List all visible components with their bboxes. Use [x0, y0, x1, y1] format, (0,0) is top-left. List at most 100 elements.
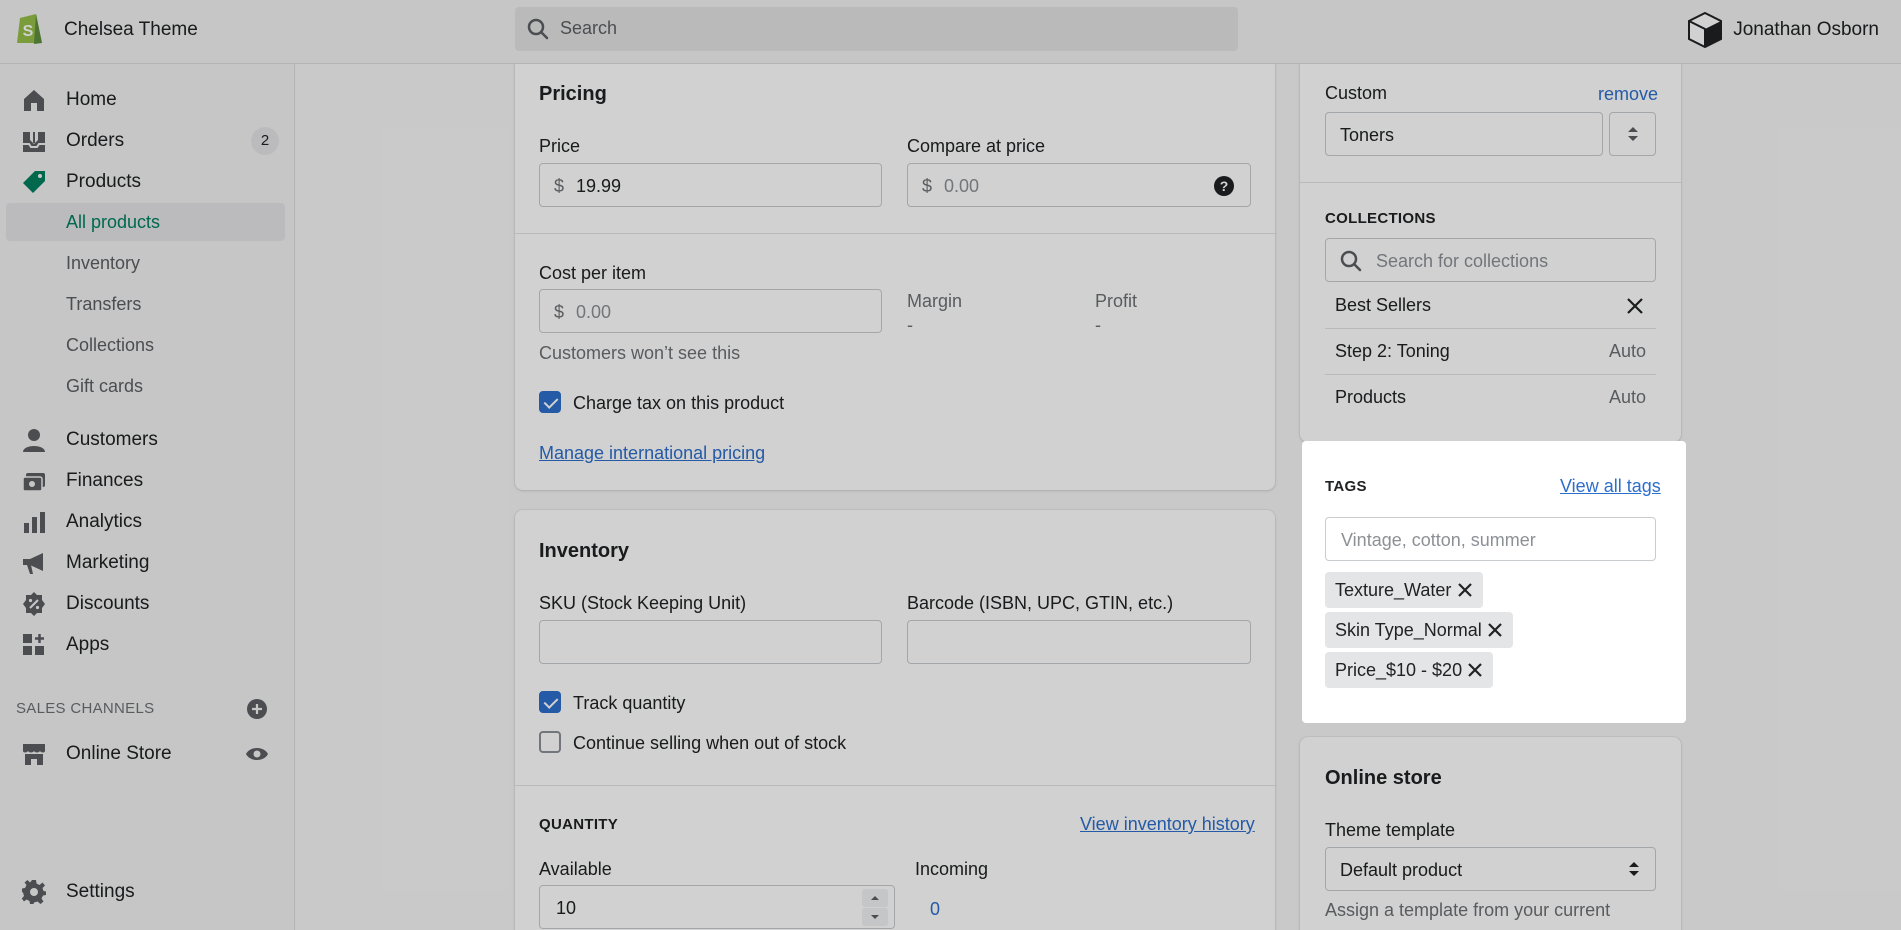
view-inventory-history-link[interactable]: View inventory history	[1080, 814, 1255, 835]
collection-auto-label: Auto	[1608, 341, 1646, 361]
sidebar-subitem-transfers[interactable]: Transfers	[6, 285, 285, 323]
close-icon[interactable]	[1626, 297, 1644, 315]
tag-chip: Price_$10 - $20	[1325, 652, 1493, 688]
sidebar-item-marketing[interactable]: Marketing	[0, 543, 295, 583]
sidebar-subitem-gift-cards[interactable]: Gift cards	[6, 367, 285, 405]
sidebar-subitem-inventory[interactable]: Inventory	[6, 244, 285, 282]
sidebar-item-analytics[interactable]: Analytics	[0, 502, 295, 542]
collection-row: Step 2: Toning Auto	[1325, 329, 1656, 375]
incoming-label: Incoming	[915, 859, 989, 879]
barcode-input[interactable]	[907, 620, 1251, 664]
sidebar-item-customers[interactable]: Customers	[0, 420, 295, 460]
sidebar-item-label: Discounts	[66, 593, 150, 614]
search-placeholder: Search	[560, 18, 618, 38]
pricing-title: Pricing	[539, 83, 607, 105]
tag-label: Texture_Water	[1335, 580, 1452, 600]
tags-placeholder: Vintage, cotton, summer	[1341, 530, 1536, 550]
svg-text:?: ?	[1220, 178, 1229, 194]
sidebar-subitem-label: Gift cards	[66, 376, 144, 396]
search-icon	[527, 18, 549, 40]
sidebar-subitem-collections[interactable]: Collections	[6, 326, 285, 364]
sidebar-item-orders[interactable]: Orders 2	[0, 121, 295, 161]
available-input[interactable]: 10	[539, 885, 895, 929]
stepper-up-button[interactable]	[862, 889, 888, 907]
gear-icon	[21, 880, 46, 904]
collection-row: Products Auto	[1325, 375, 1656, 421]
track-quantity-label: Track quantity	[573, 693, 686, 713]
view-all-tags-link[interactable]: View all tags	[1560, 476, 1661, 497]
track-quantity-checkbox[interactable]	[539, 691, 561, 713]
continue-selling-checkbox[interactable]	[539, 731, 561, 753]
megaphone-icon	[23, 553, 43, 574]
sidebar-item-finances[interactable]: Finances	[0, 461, 295, 501]
store-icon	[23, 744, 45, 765]
charge-tax-checkbox[interactable]	[539, 391, 561, 413]
top-bar: S Chelsea Theme Search Jonathan Osborn	[0, 0, 1901, 64]
person-icon	[23, 429, 45, 452]
sidebar-item-products[interactable]: Products	[0, 162, 295, 202]
home-icon	[24, 90, 44, 111]
cost-input[interactable]: $ 0.00	[539, 289, 882, 333]
compare-price-input[interactable]: $ 0.00 ?	[907, 163, 1251, 207]
custom-type-input[interactable]: Toners	[1325, 112, 1603, 156]
user-menu[interactable]: Jonathan Osborn	[1687, 10, 1879, 50]
sidebar-item-label: Apps	[66, 634, 110, 655]
help-icon[interactable]: ?	[1214, 176, 1234, 196]
remove-tag-icon[interactable]	[1456, 581, 1474, 599]
theme-template-help: Assign a template from your current	[1325, 900, 1611, 920]
incoming-value[interactable]: 0	[930, 899, 940, 920]
collections-search-input[interactable]: Search for collections	[1325, 238, 1656, 282]
sidebar-item-settings[interactable]: Settings	[0, 872, 295, 912]
select-arrows-icon	[1628, 127, 1638, 141]
tags-input[interactable]: Vintage, cotton, summer	[1325, 517, 1656, 561]
stepper-down-button[interactable]	[862, 908, 888, 926]
remove-tag-icon[interactable]	[1466, 661, 1484, 679]
bar-chart-icon	[24, 512, 45, 533]
manage-international-pricing-link[interactable]: Manage international pricing	[539, 443, 765, 464]
discount-icon	[23, 592, 45, 616]
organization-divider	[1300, 182, 1681, 183]
add-sales-channel-icon[interactable]	[246, 698, 268, 720]
tag-chip: Texture_Water	[1325, 572, 1483, 608]
store-name[interactable]: Chelsea Theme	[64, 19, 198, 41]
global-search-input[interactable]: Search	[515, 7, 1238, 51]
cost-placeholder: 0.00	[576, 302, 612, 322]
inventory-divider	[515, 785, 1275, 786]
price-value: 19.99	[576, 176, 622, 196]
sidebar-item-label: Home	[66, 89, 117, 110]
sidebar-item-apps[interactable]: Apps	[0, 625, 295, 665]
sales-channels-heading: SALES CHANNELS	[16, 700, 155, 717]
sidebar-item-label: Settings	[66, 881, 135, 902]
orders-count-badge: 2	[251, 127, 279, 155]
charge-tax-label: Charge tax on this product	[573, 393, 785, 413]
orders-icon	[23, 132, 45, 152]
available-label: Available	[539, 859, 612, 879]
sidebar-subitem-label: Transfers	[66, 294, 142, 314]
cost-help-text: Customers won’t see this	[539, 343, 741, 363]
eye-icon[interactable]	[245, 743, 269, 765]
collections-heading: COLLECTIONS	[1325, 210, 1436, 227]
custom-type-select[interactable]	[1609, 112, 1656, 156]
profit-value: -	[1095, 315, 1101, 335]
cost-currency: $	[554, 302, 565, 322]
sku-input[interactable]	[539, 620, 882, 664]
remove-link[interactable]: remove	[1598, 84, 1658, 105]
online-store-title: Online store	[1325, 767, 1442, 789]
tag-icon	[23, 171, 45, 193]
remove-tag-icon[interactable]	[1486, 621, 1504, 639]
theme-template-select[interactable]: Default product	[1325, 847, 1656, 891]
tag-label: Skin Type_Normal	[1335, 620, 1482, 640]
cost-label: Cost per item	[539, 263, 647, 283]
barcode-label: Barcode (ISBN, UPC, GTIN, etc.)	[907, 593, 1174, 613]
sidebar-item-discounts[interactable]: Discounts	[0, 584, 295, 624]
compare-price-label: Compare at price	[907, 136, 1046, 156]
tag-chip: Skin Type_Normal	[1325, 612, 1513, 648]
sidebar-item-label: Analytics	[66, 511, 143, 532]
shopify-logo-icon: S	[17, 14, 42, 44]
price-input[interactable]: $ 19.99	[539, 163, 882, 207]
margin-value: -	[907, 315, 913, 335]
sidebar-subitem-all-products[interactable]: All products	[6, 203, 285, 241]
price-label: Price	[539, 136, 581, 156]
quantity-heading: QUANTITY	[539, 816, 619, 833]
sidebar-item-home[interactable]: Home	[0, 80, 295, 120]
